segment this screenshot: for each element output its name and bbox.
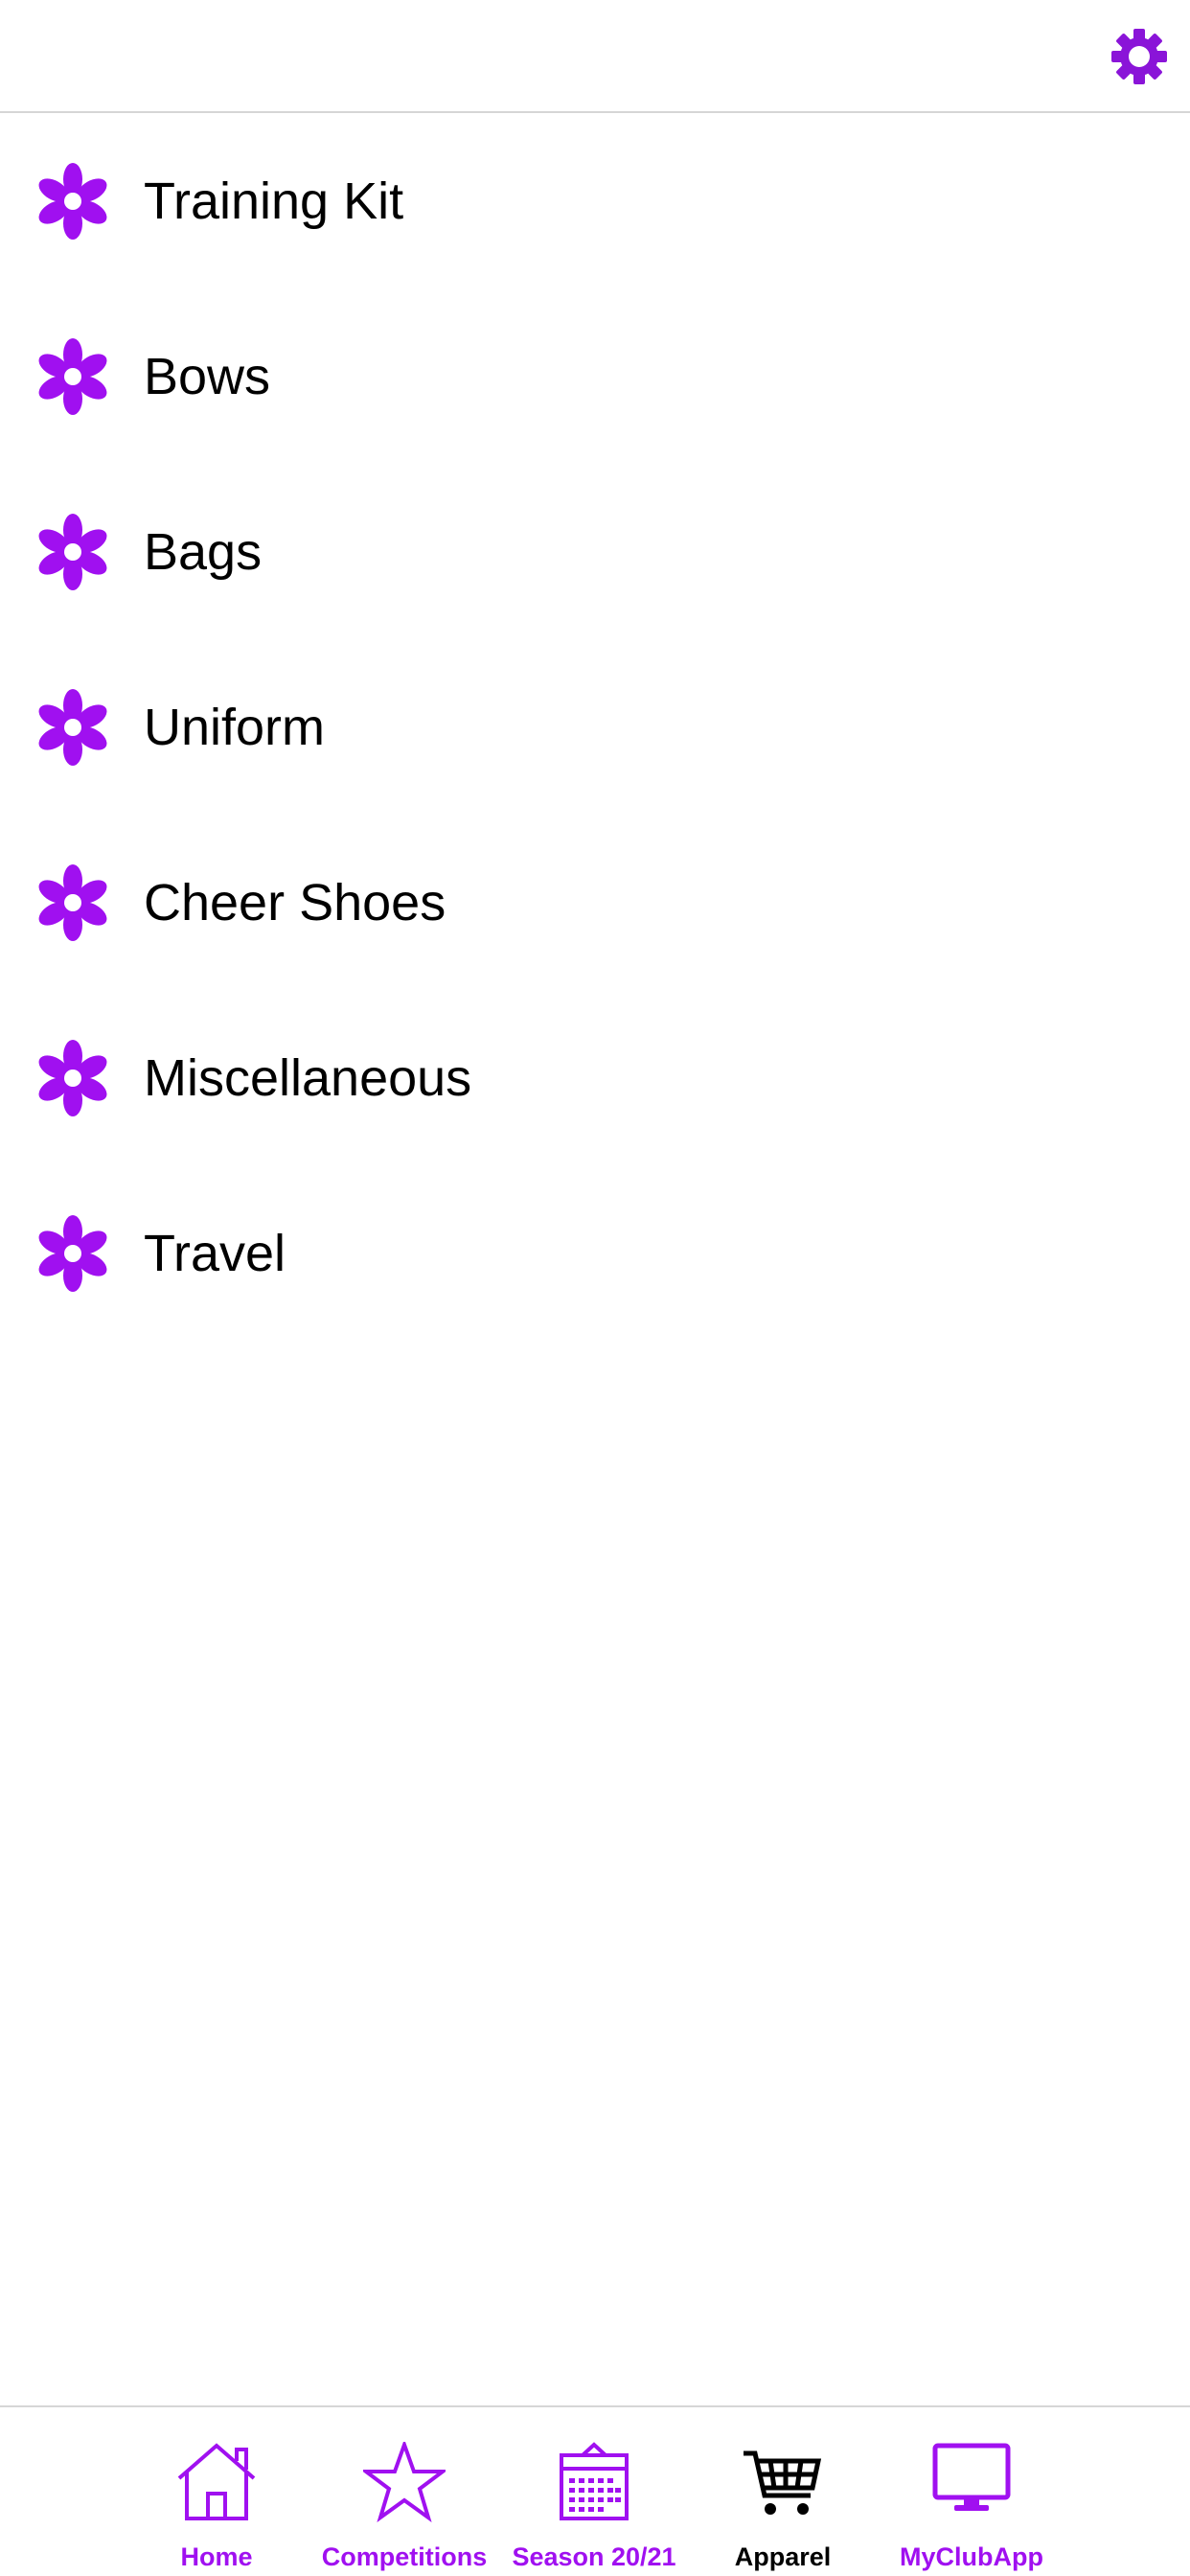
star-icon bbox=[363, 2442, 446, 2522]
tab-label: Competitions bbox=[321, 2542, 488, 2571]
list-item-label: Bags bbox=[144, 522, 263, 581]
flower-icon bbox=[38, 1214, 107, 1292]
list-item-uniform[interactable]: Uniform bbox=[0, 639, 1190, 815]
tab-season[interactable]: Season 20/21 bbox=[498, 2407, 690, 2576]
list-item-training-kit[interactable]: Training Kit bbox=[0, 113, 1190, 288]
tab-home[interactable]: Home bbox=[121, 2407, 312, 2576]
top-bar bbox=[0, 0, 1190, 113]
list-item-label: Cheer Shoes bbox=[144, 873, 446, 932]
flower-icon bbox=[38, 337, 107, 415]
list-item-label: Miscellaneous bbox=[144, 1048, 472, 1107]
list-item-travel[interactable]: Travel bbox=[0, 1165, 1190, 1341]
calendar-icon bbox=[560, 2442, 629, 2520]
list-item-label: Training Kit bbox=[144, 172, 404, 230]
tab-competitions[interactable]: Competitions bbox=[309, 2407, 500, 2576]
list-item-label: Bows bbox=[144, 347, 271, 405]
tab-label: Apparel bbox=[734, 2542, 832, 2571]
tab-bar: Home Competitions Season 20/21 Apparel M… bbox=[0, 2405, 1190, 2576]
home-icon bbox=[177, 2443, 256, 2520]
flower-icon bbox=[38, 688, 107, 766]
flower-icon bbox=[38, 1039, 107, 1116]
flower-icon bbox=[38, 162, 107, 240]
monitor-icon bbox=[932, 2443, 1011, 2511]
flower-icon bbox=[38, 513, 107, 590]
cart-icon bbox=[744, 2450, 822, 2515]
tab-myclubapp[interactable]: MyClubApp bbox=[876, 2407, 1067, 2576]
gear-icon[interactable] bbox=[1110, 27, 1169, 86]
list-item-label: Uniform bbox=[144, 698, 326, 756]
flower-icon bbox=[38, 863, 107, 941]
tab-label: Home bbox=[180, 2542, 253, 2571]
tab-apparel[interactable]: Apparel bbox=[687, 2407, 879, 2576]
list-item-cheer-shoes[interactable]: Cheer Shoes bbox=[0, 815, 1190, 990]
category-list: Training Kit Bows Bags Uniform Cheer Sho… bbox=[0, 113, 1190, 1341]
tab-label: Season 20/21 bbox=[512, 2542, 676, 2571]
list-item-bags[interactable]: Bags bbox=[0, 464, 1190, 639]
list-item-bows[interactable]: Bows bbox=[0, 288, 1190, 464]
tab-label: MyClubApp bbox=[900, 2542, 1043, 2571]
list-item-miscellaneous[interactable]: Miscellaneous bbox=[0, 990, 1190, 1165]
list-item-label: Travel bbox=[144, 1224, 286, 1282]
